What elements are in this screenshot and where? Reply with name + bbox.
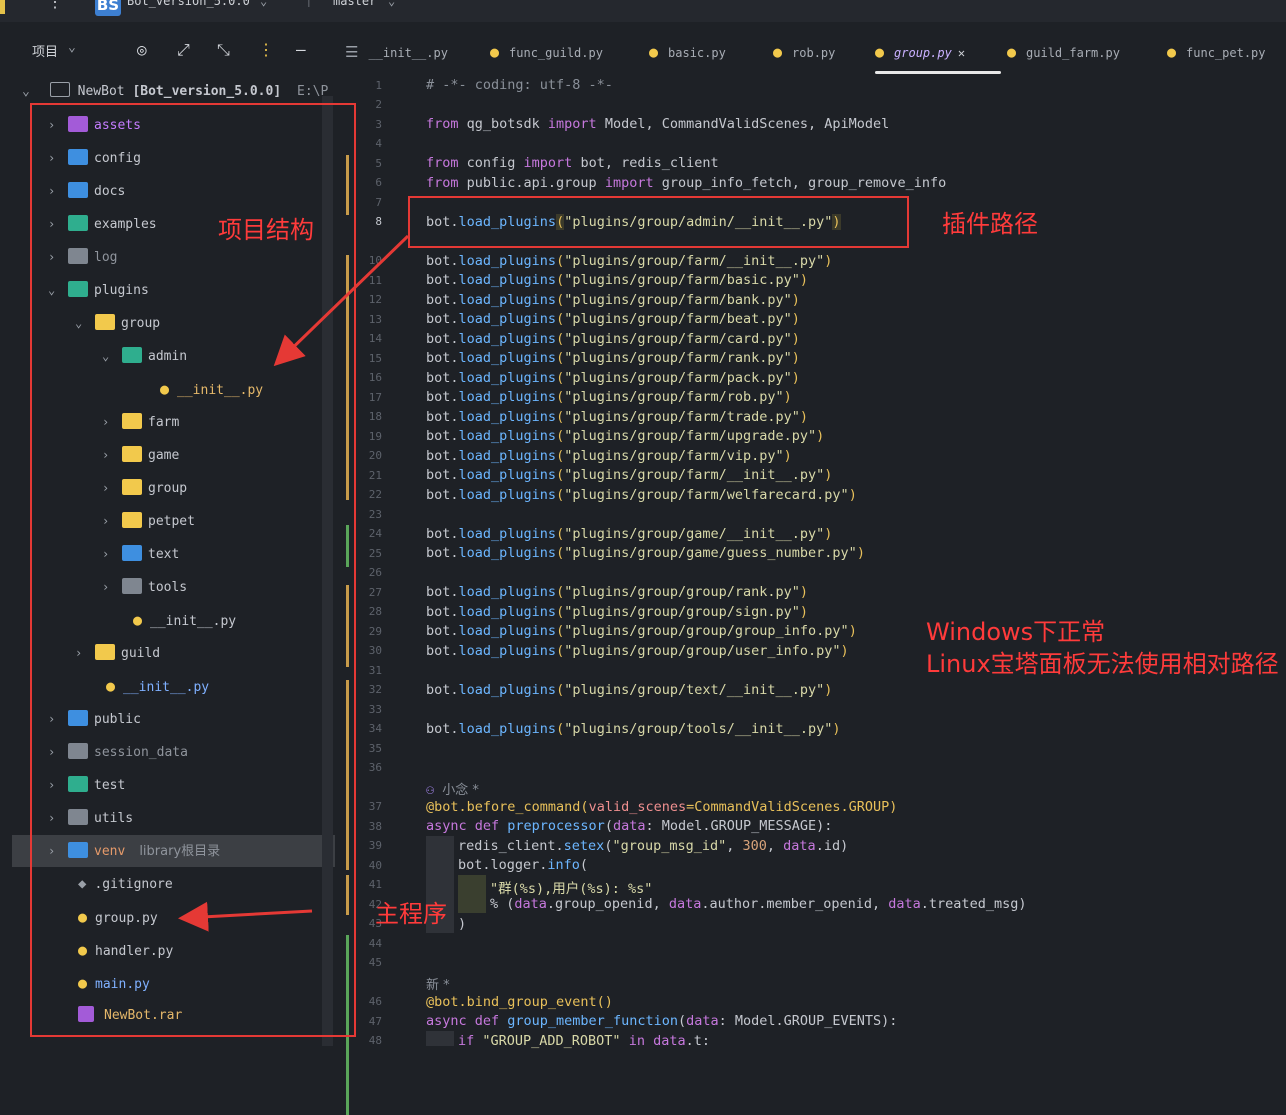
users-icon: ⚇	[426, 782, 443, 798]
structure-icon: ☰	[345, 43, 359, 61]
title-bar: ⋮ BS Bot_version_5.0.0 ⌄ ᛘ master ⌄	[0, 0, 1286, 22]
python-file-icon: ●	[875, 43, 885, 61]
chevron-down-icon[interactable]: ⌄	[22, 84, 30, 99]
editor-tabs: ☰ __init__.py ● func_guild.py ● basic.py ● r…	[335, 30, 1286, 74]
status-marker	[0, 0, 5, 14]
tab-guild-farm[interactable]: ● guild_farm.py	[1007, 30, 1120, 74]
annotation-linux-issue: Linux宝塔面板无法使用相对路径	[926, 650, 1279, 678]
annotation-main-program: 主程序	[375, 900, 447, 928]
tab-func-guild[interactable]: ● func_guild.py	[490, 30, 603, 74]
branch-switcher[interactable]: master	[333, 0, 376, 8]
annotation-project-structure: 项目结构	[218, 216, 314, 244]
chevron-down-icon[interactable]: ⌄	[260, 0, 267, 8]
options-icon[interactable]: ⋮	[258, 40, 274, 59]
root-tag: [Bot_version_5.0.0]	[132, 84, 282, 99]
tab-group-active[interactable]: ● group.py ✕	[875, 30, 1001, 74]
annotation-windows-ok: Windows下正常	[926, 618, 1106, 646]
python-file-icon: ●	[1167, 43, 1177, 61]
project-switcher[interactable]: Bot_version_5.0.0	[127, 0, 250, 8]
main-menu-icon[interactable]: ⋮	[47, 0, 63, 11]
annotation-plugin-box	[408, 196, 909, 248]
expand-all-icon[interactable]: ⤢	[177, 40, 190, 60]
root-name: NewBot	[77, 84, 125, 99]
tree-root[interactable]: ⌄ NewBot [Bot_version_5.0.0] E:\P	[22, 82, 328, 99]
tab-func-pet[interactable]: ● func_pet.py	[1167, 30, 1266, 74]
python-file-icon: ●	[1007, 43, 1017, 61]
python-file-icon: ●	[490, 43, 500, 61]
indent-guide	[458, 875, 486, 913]
hide-icon[interactable]: —	[296, 40, 306, 59]
python-file-icon: ●	[649, 43, 659, 61]
project-panel-header: 项目 ⌄ ◎ ⤢ ⤡ ⋮ —	[0, 30, 340, 70]
annotation-plugin-path: 插件路径	[942, 210, 1038, 238]
project-badge[interactable]: BS	[95, 0, 121, 16]
active-tab-indicator	[875, 71, 1001, 74]
indent-guide	[426, 1031, 454, 1046]
tab-basic[interactable]: ● basic.py	[649, 30, 726, 74]
python-file-icon: ●	[773, 43, 783, 61]
chevron-down-icon[interactable]: ⌄	[388, 0, 395, 8]
collapse-all-icon[interactable]: ⤡	[217, 40, 230, 60]
folder-icon	[49, 82, 70, 97]
git-branch-icon[interactable]: ᛘ	[305, 0, 313, 10]
tab-rob[interactable]: ● rob.py	[773, 30, 835, 74]
tab-init[interactable]: ☰ __init__.py	[345, 30, 448, 74]
target-icon[interactable]: ◎	[137, 40, 147, 59]
panel-title[interactable]: 项目	[32, 41, 58, 60]
chevron-down-icon[interactable]: ⌄	[68, 40, 76, 55]
close-icon[interactable]: ✕	[958, 46, 965, 60]
